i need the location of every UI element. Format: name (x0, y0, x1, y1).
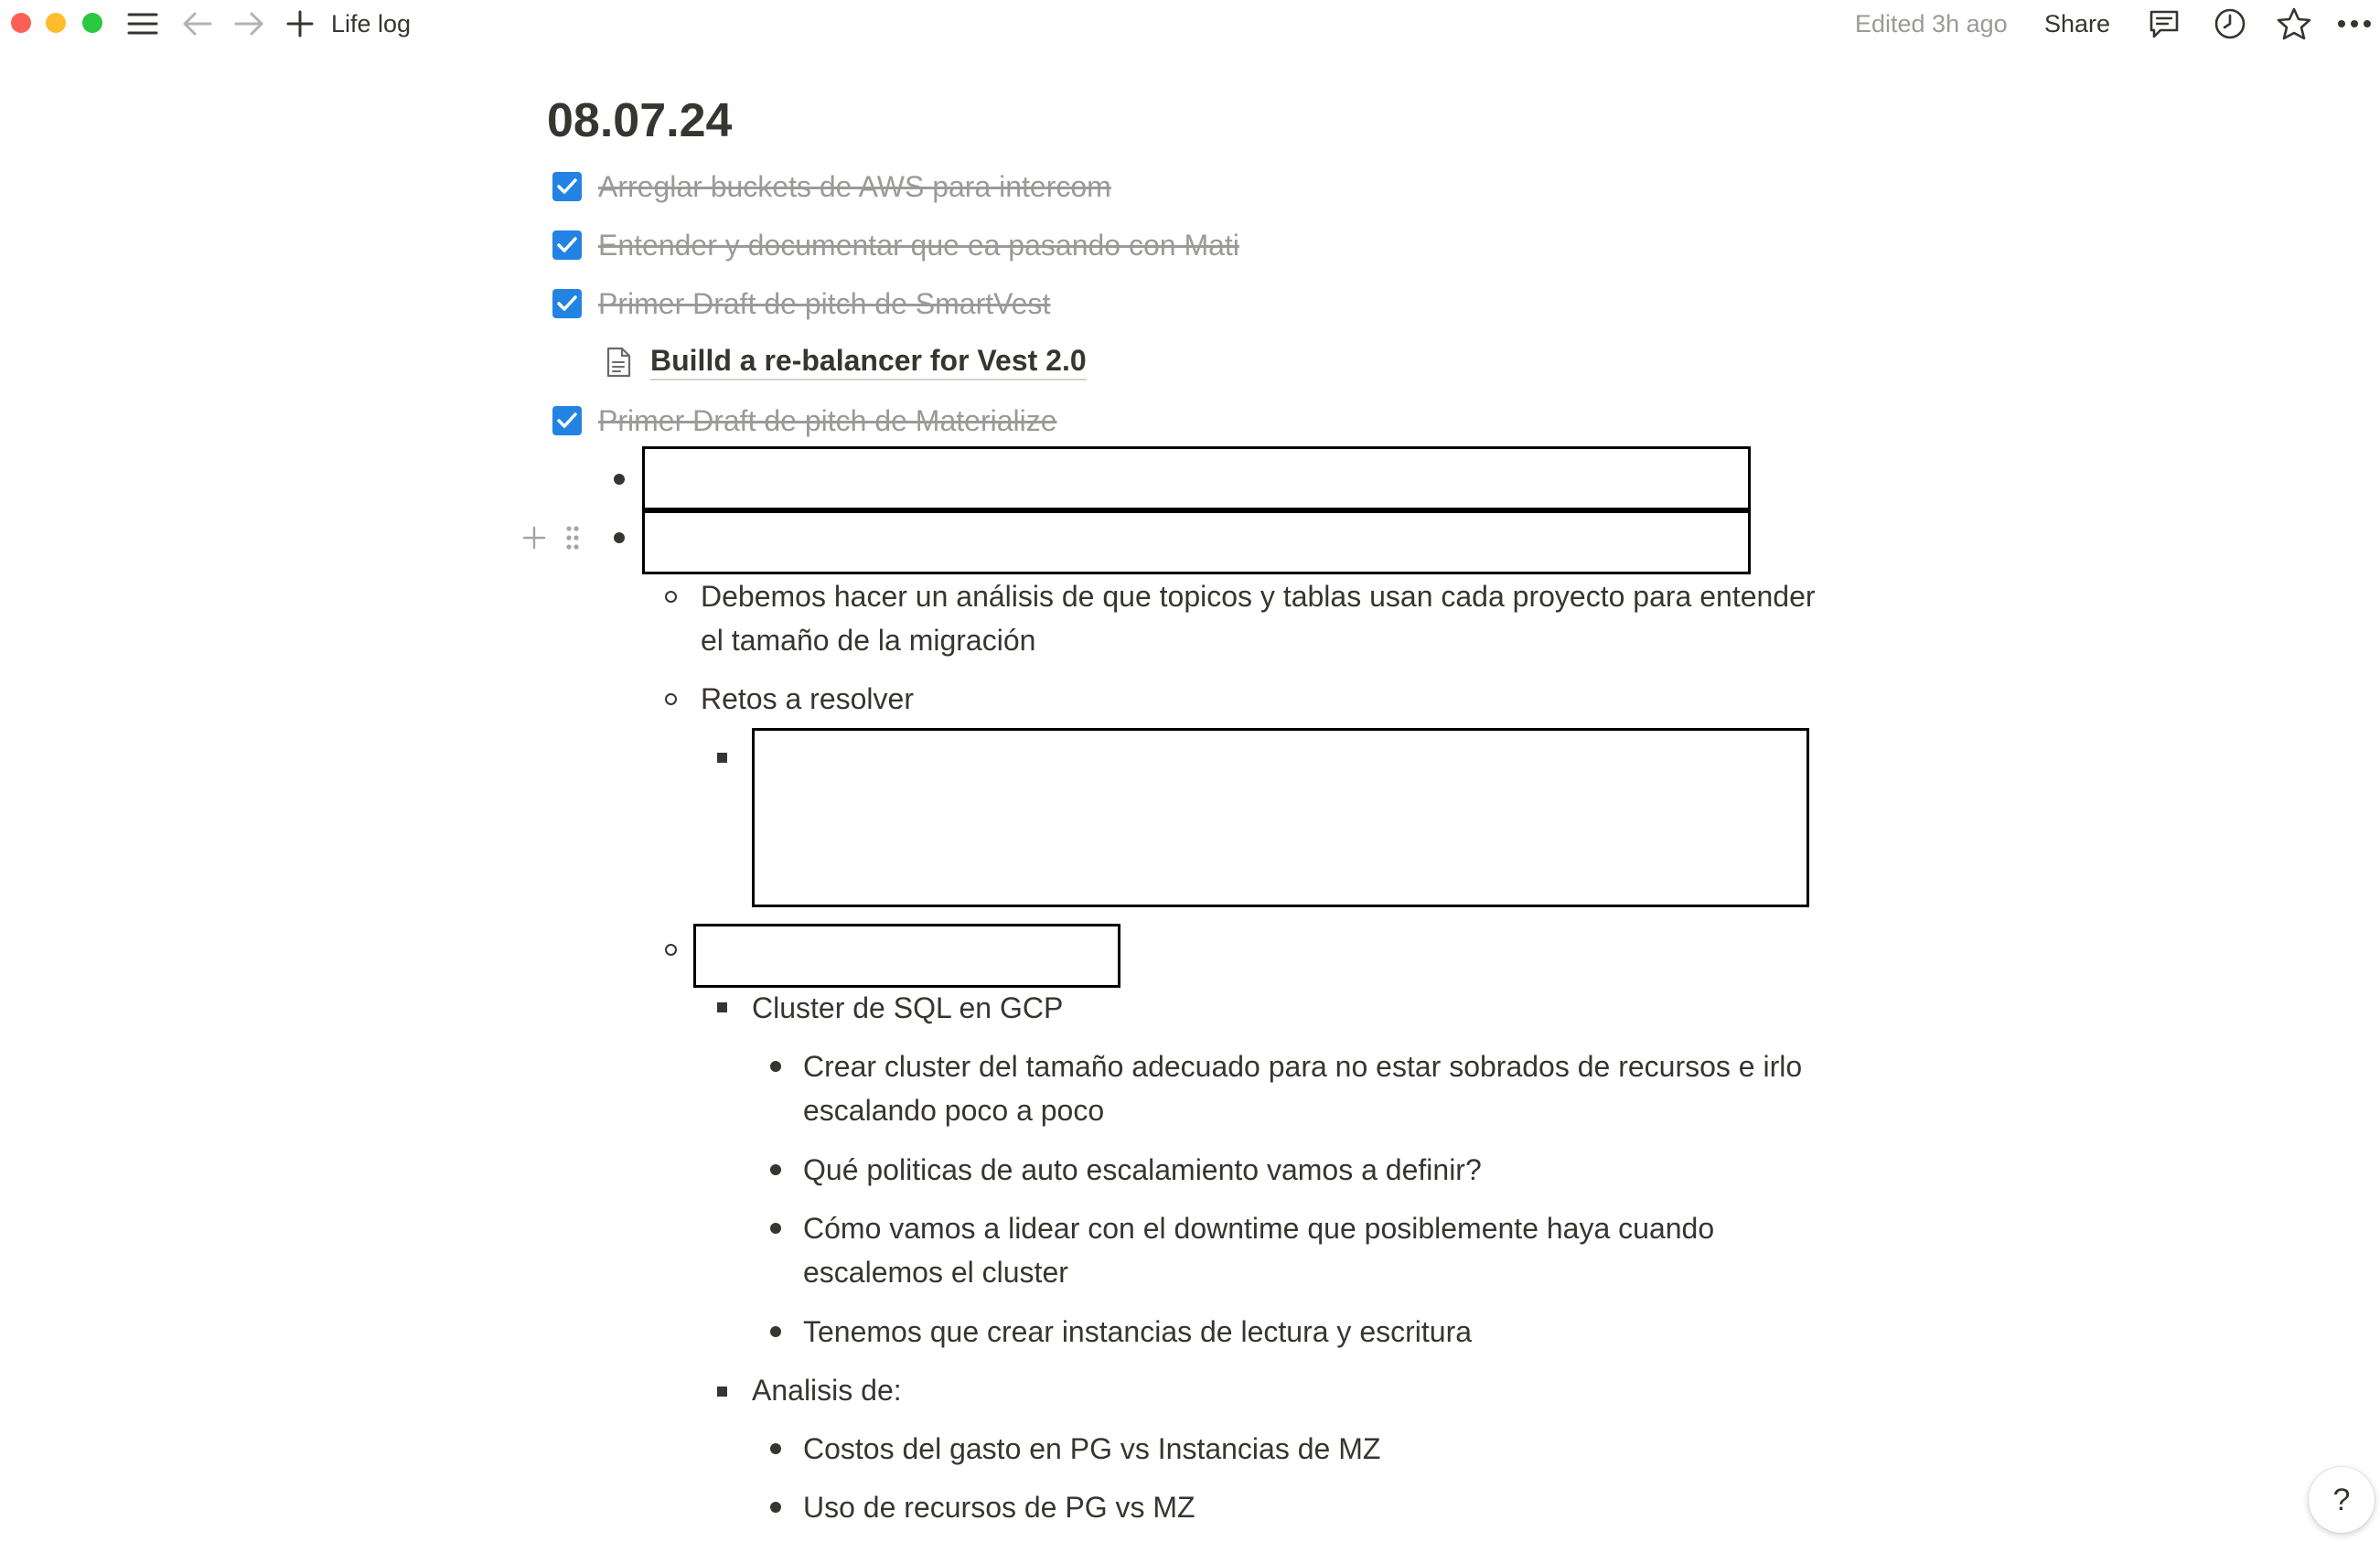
bullet-disc (770, 1164, 781, 1175)
list-item[interactable]: Cómo vamos a lidear con el downtime que … (803, 1206, 1714, 1294)
breadcrumb-page-title[interactable]: Life log (331, 7, 411, 40)
list-item[interactable]: Cluster de SQL en GCP (752, 986, 1063, 1030)
redacted-block (752, 728, 1809, 907)
list-item-text: Tenemos que crear instancias de lectura … (803, 1315, 1473, 1348)
list-item[interactable]: Retos a resolver (701, 677, 914, 721)
list-item-text: Retos a resolver (701, 682, 914, 715)
favorite-star-icon[interactable] (2276, 7, 2312, 40)
todo-item[interactable]: Entender y documentar que ea pasando con… (0, 223, 2380, 267)
redacted-block (642, 446, 1751, 510)
top-bar: Life log Edited 3h ago Share (0, 0, 2380, 48)
page-document-icon (604, 346, 633, 379)
comments-icon[interactable] (2146, 7, 2182, 40)
list-item-text: Analisis de: (752, 1374, 902, 1407)
sidebar-menu-icon[interactable] (124, 7, 161, 40)
checkbox-checked[interactable] (552, 172, 582, 201)
back-arrow-icon[interactable] (179, 7, 216, 40)
todo-label: Primer Draft de pitch de Materialize (598, 404, 1057, 437)
new-page-plus-icon[interactable] (282, 7, 318, 40)
bullet-square (717, 1002, 727, 1012)
redacted-block (642, 510, 1751, 574)
bullet-circle (665, 944, 677, 956)
list-item[interactable]: Uso de recursos de PG vs MZ (803, 1485, 1195, 1529)
list-item-text: el tamaño de la migración (701, 624, 1036, 657)
list-item-text: escalemos el cluster (803, 1256, 1068, 1289)
subpage-link-row[interactable]: Builld a re-balancer for Vest 2.0 (0, 340, 2380, 384)
list-item-text: Debemos hacer un análisis de que topicos… (701, 580, 1816, 613)
share-button[interactable]: Share (2044, 7, 2110, 40)
checkbox-checked[interactable] (552, 406, 582, 435)
bullet-circle (665, 693, 677, 705)
bullet-disc (770, 1443, 781, 1454)
list-item[interactable]: Crear cluster del tamaño adecuado para n… (803, 1044, 1802, 1132)
window-close-button[interactable] (11, 13, 31, 33)
window-zoom-button[interactable] (82, 13, 102, 33)
list-item[interactable]: Debemos hacer un análisis de que topicos… (701, 574, 1816, 662)
list-item-text: Cómo vamos a lidear con el downtime que … (803, 1212, 1715, 1245)
todo-item[interactable]: Primer Draft de pitch de SmartVest (0, 282, 2380, 326)
list-item[interactable]: Qué politicas de auto escalamiento vamos… (803, 1148, 1482, 1192)
list-item-text: Crear cluster del tamaño adecuado para n… (803, 1050, 1803, 1083)
bullet-square (717, 1387, 727, 1397)
list-item-text: Uso de recursos de PG vs MZ (803, 1491, 1195, 1524)
edited-timestamp: Edited 3h ago (1855, 10, 2008, 37)
add-block-plus-icon[interactable] (520, 521, 549, 554)
page-title[interactable]: 08.07.24 (547, 91, 732, 150)
redacted-block (693, 924, 1120, 988)
window-minimize-button[interactable] (46, 13, 66, 33)
list-item[interactable]: Analisis de: (752, 1368, 902, 1412)
list-item-text: Cluster de SQL en GCP (752, 991, 1064, 1024)
more-options-icon[interactable] (2336, 7, 2373, 40)
list-item-text: Qué politicas de auto escalamiento vamos… (803, 1153, 1482, 1186)
todo-item[interactable]: Arreglar buckets de AWS para intercom (0, 165, 2380, 209)
list-item[interactable]: Costos del gasto en PG vs Instancias de … (803, 1427, 1380, 1471)
bullet-square (717, 753, 727, 763)
todo-label: Entender y documentar que ea pasando con… (598, 229, 1239, 262)
drag-handle-icon[interactable] (560, 521, 585, 554)
bullet-disc (614, 474, 625, 485)
subpage-link[interactable]: Builld a re-balancer for Vest 2.0 (650, 342, 1087, 380)
bullet-disc (770, 1326, 781, 1337)
list-item-text: Costos del gasto en PG vs Instancias de … (803, 1432, 1381, 1465)
help-button[interactable]: ? (2309, 1467, 2375, 1533)
todo-label: Arreglar buckets de AWS para intercom (598, 170, 1111, 203)
updates-clock-icon[interactable] (2212, 7, 2248, 40)
bullet-disc (770, 1061, 781, 1072)
list-item-text: escalando poco a poco (803, 1094, 1105, 1127)
bullet-disc (614, 532, 625, 543)
forward-arrow-icon[interactable] (230, 7, 267, 40)
todo-label: Primer Draft de pitch de SmartVest (598, 287, 1051, 320)
todo-item[interactable]: Primer Draft de pitch de Materialize (0, 399, 2380, 443)
bullet-circle (665, 591, 677, 603)
bullet-disc (770, 1223, 781, 1234)
checkbox-checked[interactable] (552, 230, 582, 260)
list-item[interactable]: Tenemos que crear instancias de lectura … (803, 1310, 1472, 1354)
checkbox-checked[interactable] (552, 289, 582, 318)
bullet-disc (770, 1502, 781, 1513)
